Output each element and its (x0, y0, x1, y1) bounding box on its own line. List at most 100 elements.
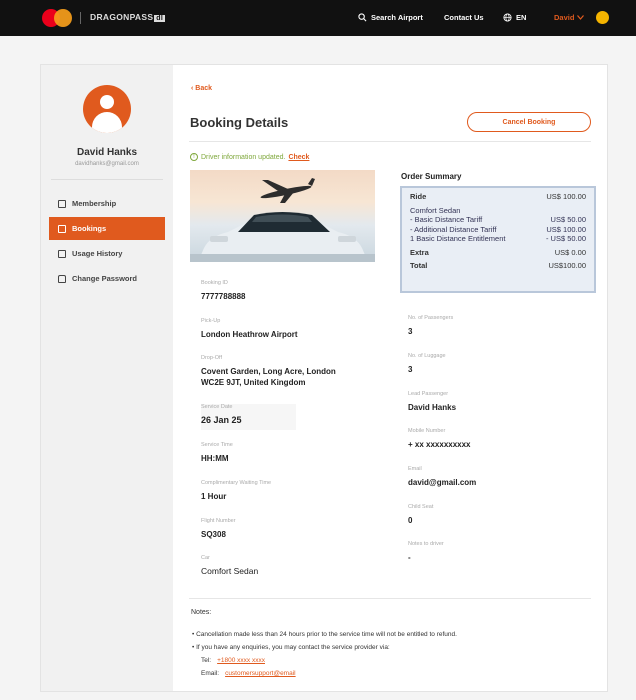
contact-us-link[interactable]: Contact Us (444, 13, 484, 22)
page-title: Booking Details (190, 115, 289, 130)
sidebar-item-usage-history[interactable]: Usage History (49, 242, 165, 265)
mobile-number-field: Mobile Number + xx xxxxxxxxxx (408, 428, 471, 450)
field-value: HH:MM (201, 454, 229, 463)
cancel-booking-button[interactable]: Cancel Booking (467, 112, 591, 132)
lead-passenger-field: Lead Passenger David Hanks (408, 391, 456, 413)
user-avatar-icon[interactable] (596, 11, 609, 24)
card-icon (58, 199, 66, 208)
tel-line: Tel: +1800 xxxx xxxx (201, 657, 265, 664)
flight-number-field: Flight Number SQ308 (201, 518, 236, 540)
car-image (190, 170, 375, 262)
language-selector[interactable]: EN (503, 13, 526, 22)
globe-icon (503, 13, 512, 22)
sidebar-divider (51, 179, 163, 180)
field-value: Comfort Sedan (201, 566, 259, 576)
sidebar-item-label: Usage History (72, 249, 123, 258)
field-label: Booking ID (201, 280, 228, 286)
tariff-row: - Additional Distance Tariff US$ 100.00 (410, 224, 586, 234)
field-value: David Hanks (408, 403, 457, 412)
field-label: Car (201, 555, 210, 561)
email-line: Email: customersupport@email (201, 670, 296, 677)
mastercard-logo[interactable] (42, 9, 72, 27)
info-icon: ! (190, 153, 198, 161)
sidebar-item-change-password[interactable]: Change Password (49, 267, 165, 290)
field-value: London Heathrow Airport (201, 330, 298, 339)
total-row: Total US$100.00 (410, 261, 586, 270)
top-navigation-bar: DRAGONPASS dl Search Airport Contact Us E… (0, 0, 636, 36)
brand-divider (80, 12, 81, 24)
sidebar-item-label: Membership (72, 199, 117, 208)
back-label: Back (195, 85, 213, 92)
notes-title: Notes: (191, 609, 212, 616)
extra-row: Extra US$ 0.00 (410, 247, 586, 257)
profile-email: davidhanks@gmail.com (75, 161, 139, 167)
luggage-field: No. of Luggage 3 (408, 353, 446, 375)
sidebar-item-bookings[interactable]: Bookings (49, 217, 165, 240)
pickup-field: Pick-Up London Heathrow Airport (201, 318, 298, 340)
notice-text: Driver information updated. (201, 153, 286, 161)
user-name-label: David (554, 13, 575, 22)
service-date-field: Service Date 26 Jan 25 (201, 404, 296, 430)
field-label: No. of Passengers (408, 315, 454, 321)
field-label: Complimentary Waiting Time (201, 480, 272, 486)
tariff-row: - Basic Distance Tariff US$ 50.00 (410, 215, 586, 224)
tel-link[interactable]: +1800 xxxx xxxx (217, 657, 265, 664)
notes-divider (189, 598, 591, 599)
back-link[interactable]: ‹ Back (191, 85, 212, 92)
field-label: Service Time (201, 442, 233, 448)
field-value: 3 (408, 327, 413, 336)
check-link[interactable]: Check (288, 154, 309, 161)
support-email-link[interactable]: customersupport@email (225, 670, 296, 677)
header-divider (189, 141, 591, 142)
account-sidebar: David Hanks davidhanks@gmail.com Members… (41, 65, 173, 691)
field-label: No. of Luggage (408, 353, 446, 359)
dropoff-field: Drop-Off Covent Garden, Long Acre, Londo… (201, 355, 361, 388)
search-airport-label: Search Airport (371, 13, 423, 22)
booking-card: David Hanks davidhanks@gmail.com Members… (40, 64, 608, 692)
field-label: Flight Number (201, 518, 236, 524)
field-label: Email (408, 466, 422, 472)
calendar-icon (58, 224, 66, 233)
profile-avatar-icon (83, 85, 131, 133)
field-value: Covent Garden, Long Acre, London WC2E 9J… (201, 367, 336, 387)
order-summary-title: Order Summary (401, 172, 462, 181)
document-icon (58, 249, 66, 258)
field-value: + xx xxxxxxxxxx (408, 440, 471, 449)
car-type-row: Comfort Sedan (410, 205, 461, 215)
field-label: Service Date (201, 404, 233, 410)
car-field: Car Comfort Sedan (201, 555, 258, 577)
user-menu[interactable]: David (554, 13, 585, 22)
driver-update-notice: ! Driver information updated. Check (190, 153, 309, 161)
tel-label: Tel: (201, 657, 212, 664)
passengers-field: No. of Passengers 3 (408, 315, 453, 337)
field-label: Child Seat (408, 504, 434, 510)
email-field: Email david@gmail.com (408, 466, 476, 488)
field-value: SQ308 (201, 530, 226, 539)
language-label: EN (516, 13, 527, 22)
field-label: Lead Passenger (408, 391, 449, 397)
sidebar-item-membership[interactable]: Membership (49, 192, 165, 215)
field-value: david@gmail.com (408, 478, 477, 487)
search-icon (358, 13, 367, 22)
waiting-time-field: Complimentary Waiting Time 1 Hour (201, 480, 271, 502)
search-airport-link[interactable]: Search Airport (358, 13, 423, 22)
email-label: Email: (201, 670, 220, 677)
chevron-down-icon (577, 15, 585, 20)
field-label: Mobile Number (408, 428, 446, 434)
booking-details-content: ‹ Back Booking Details Cancel Booking ! … (189, 65, 597, 691)
cancellation-note: • Cancellation made less than 24 hours p… (192, 631, 457, 638)
dragonpass-logo[interactable]: DRAGONPASS dl (90, 12, 166, 22)
field-value: - (408, 553, 411, 562)
order-summary-panel: Ride US$ 100.00 Comfort Sedan - Basic Dis… (400, 186, 596, 293)
field-value: 26 Jan 25 (201, 415, 242, 425)
notes-to-driver-field: Notes to driver - (408, 541, 444, 563)
field-label: Notes to driver (408, 541, 444, 547)
booking-id-field: Booking ID 7777788888 (201, 280, 246, 302)
enquiry-note: • If you have any enquiries, you may con… (192, 644, 390, 651)
ride-row: Ride US$ 100.00 (410, 192, 586, 201)
field-label: Drop-Off (201, 355, 222, 361)
tariff-row: 1 Basic Distance Entitlement - US$ 50.00 (410, 234, 586, 243)
chevron-left-icon: ‹ (191, 85, 194, 92)
lock-icon (58, 274, 66, 283)
sidebar-item-label: Bookings (72, 224, 107, 233)
